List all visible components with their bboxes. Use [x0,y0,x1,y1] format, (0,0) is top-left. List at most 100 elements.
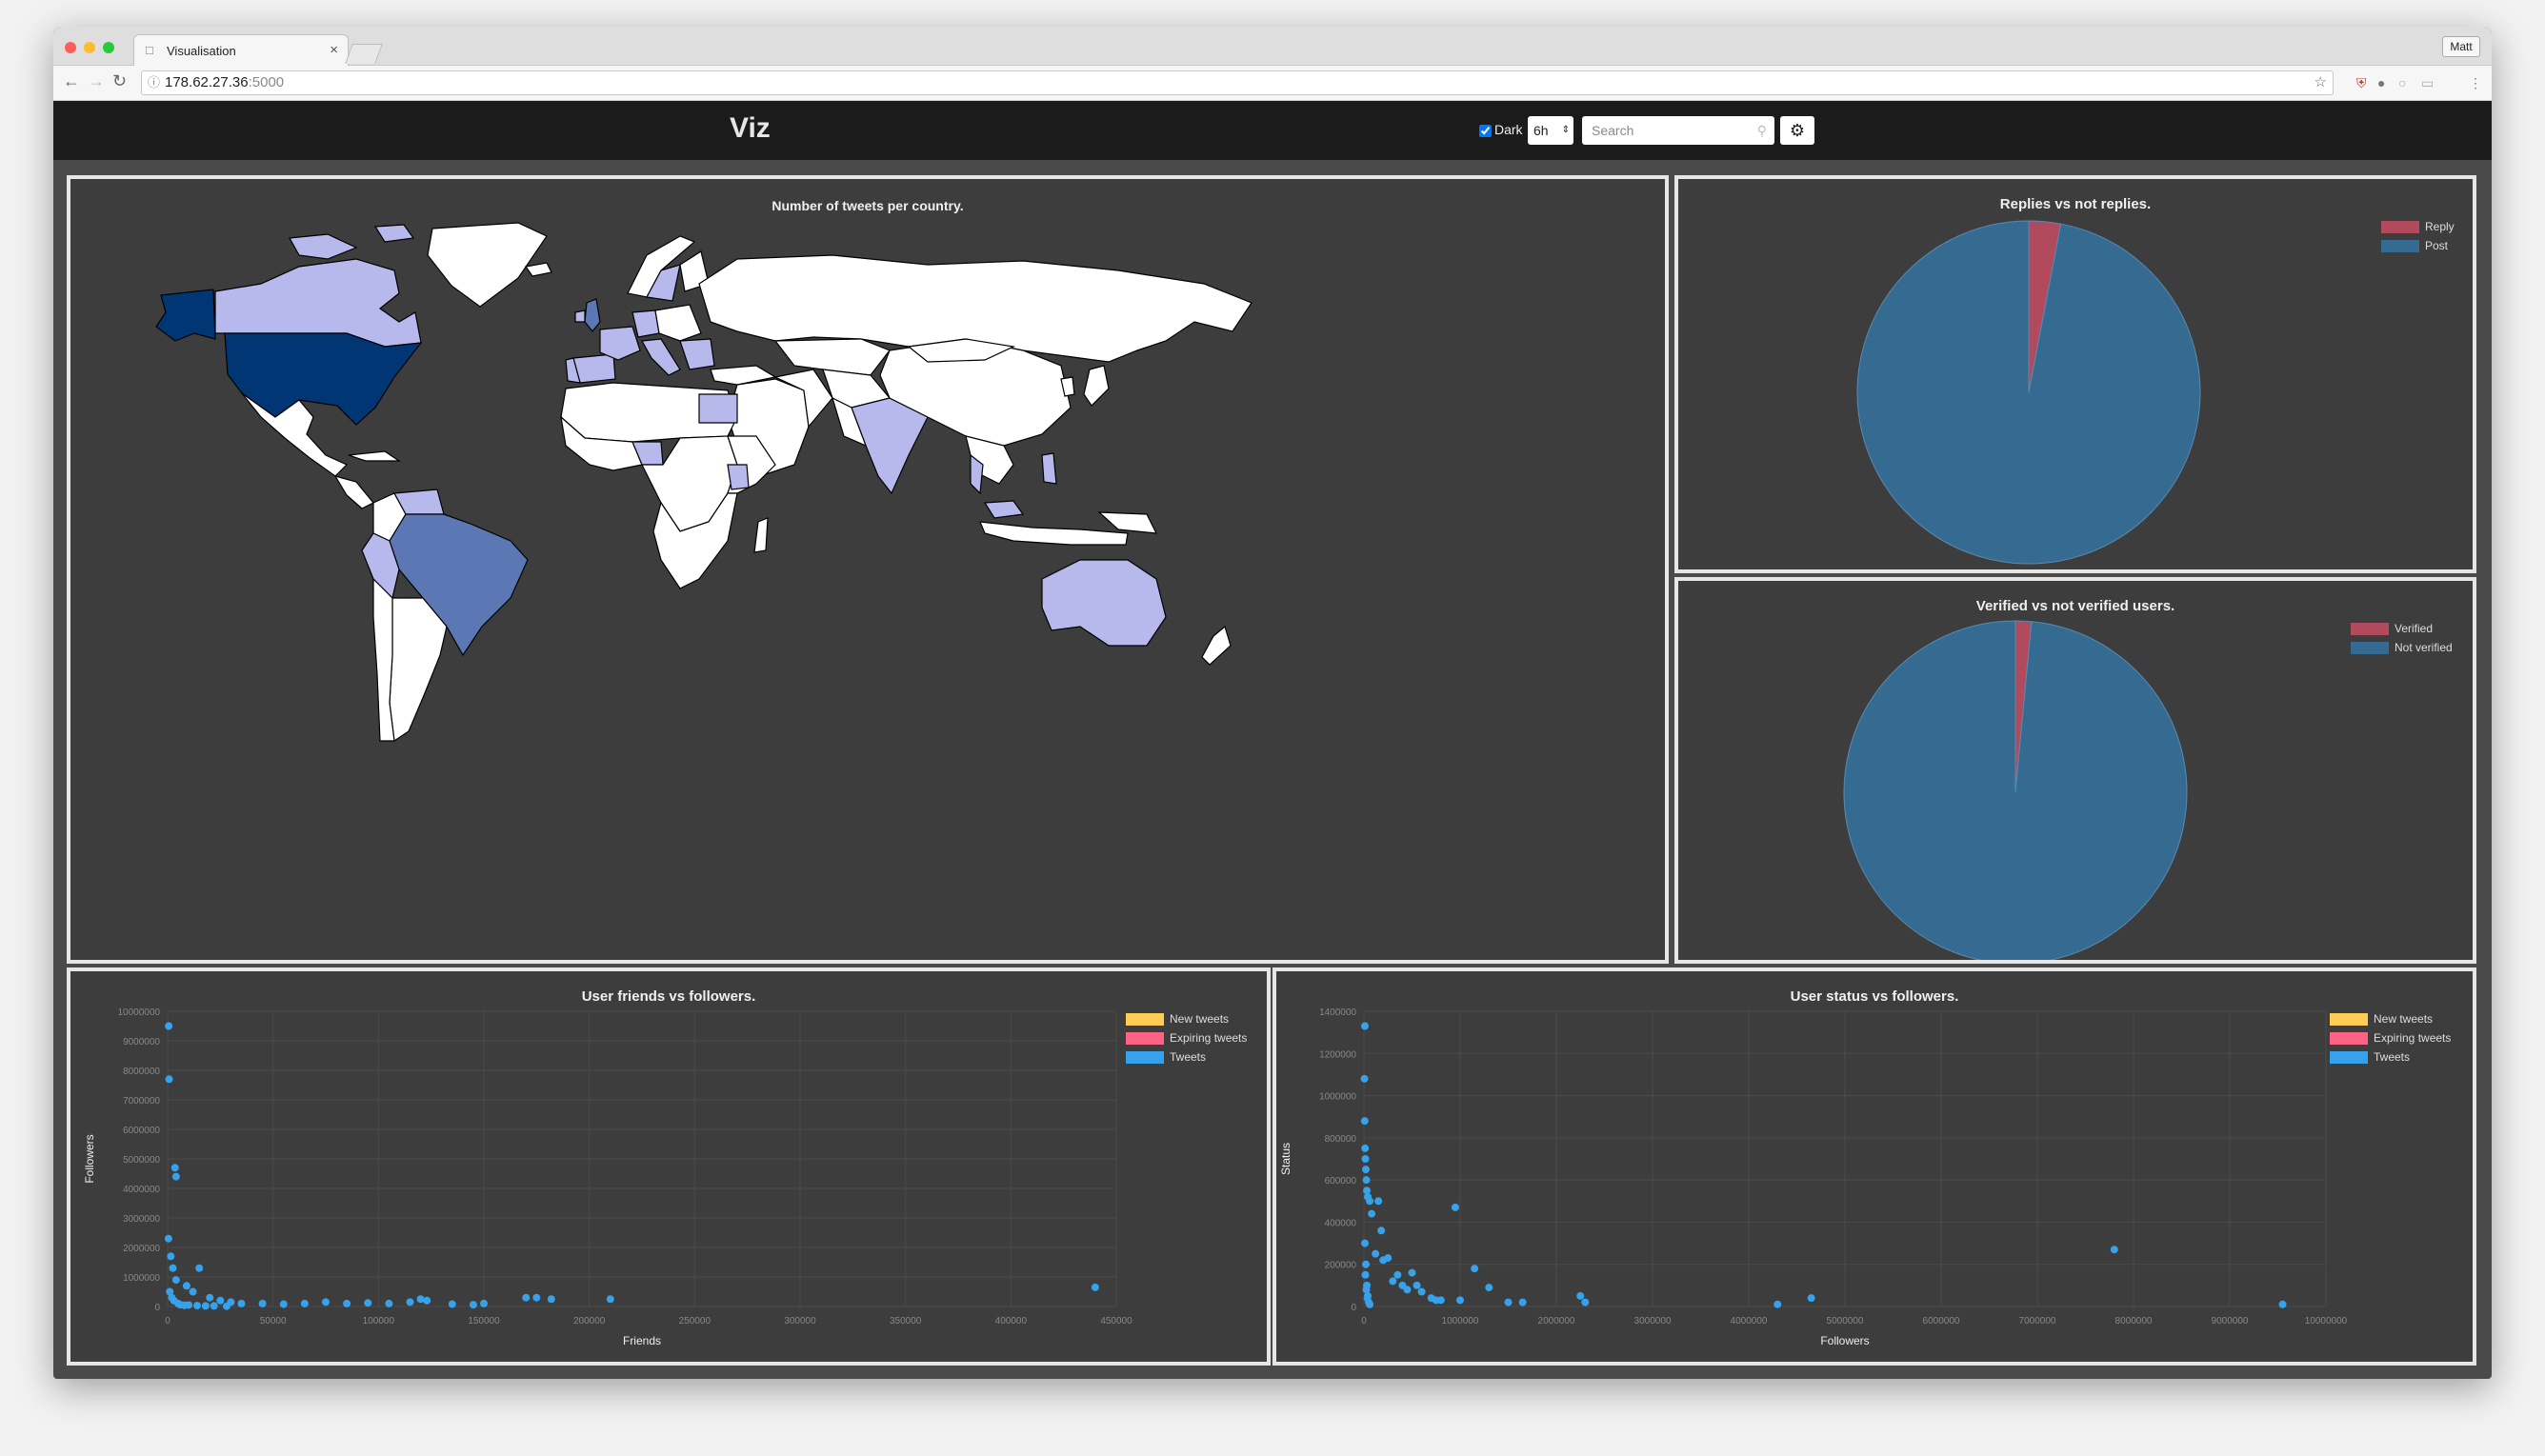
country-papua[interactable] [1097,511,1158,534]
legend-item-not-verified[interactable]: Not verified [2351,640,2453,659]
bookmark-star-icon[interactable]: ☆ [2315,71,2327,94]
legend-item-tweets[interactable]: Tweets [2330,1049,2451,1068]
data-point[interactable] [1377,1227,1386,1235]
data-point[interactable] [1393,1270,1402,1279]
data-point[interactable] [170,1164,179,1172]
dark-mode-toggle[interactable]: Dark [1479,122,1523,150]
extension-icon[interactable]: ● [2377,75,2385,90]
cast-icon[interactable]: ▭ [2421,75,2434,91]
data-point[interactable] [1456,1296,1464,1305]
browser-tab[interactable]: □ Visualisation × [133,34,349,67]
data-point[interactable] [1384,1254,1393,1263]
data-point[interactable] [1374,1197,1383,1206]
country-egypt[interactable] [698,393,738,424]
data-point[interactable] [300,1299,309,1307]
data-point[interactable] [1417,1287,1426,1296]
close-tab-icon[interactable]: × [330,42,338,58]
country-uk[interactable] [584,298,601,332]
data-point[interactable] [1363,1294,1372,1303]
data-point[interactable] [1436,1296,1445,1305]
country-philippines[interactable] [1041,452,1057,485]
data-point[interactable] [1389,1277,1397,1286]
country-kenya[interactable] [727,464,750,490]
data-point[interactable] [165,1022,173,1030]
data-point[interactable] [1403,1286,1412,1294]
legend-item-expiring-tweets[interactable]: Expiring tweets [2330,1030,2451,1049]
data-point[interactable] [1581,1298,1590,1306]
legend-item-expiring-tweets[interactable]: Expiring tweets [1126,1030,1247,1049]
data-point[interactable] [322,1298,330,1306]
data-point[interactable] [1362,1260,1371,1268]
data-point[interactable] [171,1172,180,1181]
country-balkans[interactable] [679,338,715,370]
legend-item-new-tweets[interactable]: New tweets [1126,1011,1247,1030]
country-new-zealand[interactable] [1201,625,1232,666]
reload-icon[interactable]: ↻ [112,71,127,91]
data-point[interactable] [169,1264,177,1272]
data-point[interactable] [279,1300,288,1308]
legend-item-post[interactable]: Post [2381,238,2455,257]
data-point[interactable] [258,1299,267,1307]
data-point[interactable] [1413,1281,1421,1289]
pie-slice-post[interactable] [1856,220,2201,565]
country-germany[interactable] [631,309,660,338]
back-icon[interactable]: ← [63,71,80,91]
dark-mode-checkbox[interactable] [1479,124,1492,137]
address-bar[interactable]: ⓘ 178.62.27.36:5000 ☆ [141,70,2334,95]
data-point[interactable] [1372,1249,1380,1258]
data-point[interactable] [1504,1298,1513,1306]
country-malaysia[interactable] [983,500,1025,519]
country-central-europe[interactable] [654,304,702,342]
country-australia[interactable] [1041,559,1167,647]
data-point[interactable] [189,1287,197,1296]
data-point[interactable] [406,1298,414,1306]
country-canada-islands[interactable] [289,224,415,260]
settings-button[interactable]: ⚙ [1780,116,1814,145]
data-point[interactable] [547,1295,555,1304]
data-point[interactable] [1485,1284,1493,1292]
data-point[interactable] [1576,1291,1585,1300]
country-ireland[interactable] [574,309,586,323]
country-kazakhstan[interactable] [773,338,891,376]
data-point[interactable] [1362,1176,1371,1185]
data-point[interactable] [164,1234,172,1243]
country-central-america[interactable] [333,475,374,509]
country-indonesia[interactable] [979,521,1129,546]
data-point[interactable] [182,1282,190,1290]
pie-slice-not-verified[interactable] [1843,620,2188,960]
data-point[interactable] [385,1299,393,1307]
profile-button[interactable]: Matt [2442,36,2480,57]
data-point[interactable] [171,1276,180,1285]
data-point[interactable] [222,1302,230,1310]
close-window-button[interactable] [65,42,76,53]
data-point[interactable] [522,1293,531,1302]
data-point[interactable] [1368,1209,1376,1218]
data-point[interactable] [1361,1239,1370,1247]
new-tab-button[interactable] [345,44,383,64]
world-map[interactable] [70,179,1665,960]
data-point[interactable] [1361,1144,1370,1152]
data-point[interactable] [606,1295,614,1304]
legend-item-verified[interactable]: Verified [2351,621,2453,640]
country-spain[interactable] [572,353,616,384]
data-point[interactable] [1361,1155,1370,1163]
data-point[interactable] [1518,1298,1527,1306]
data-point[interactable] [1807,1294,1815,1303]
country-cuba[interactable] [348,450,401,462]
country-greenland[interactable] [427,222,548,308]
data-point[interactable] [192,1302,201,1310]
country-usa-alaska[interactable] [155,289,216,342]
time-range-select[interactable]: 6h ⇕ [1528,116,1573,145]
replies-pie-chart[interactable] [1678,179,2473,569]
data-point[interactable] [1361,1022,1370,1030]
legend-item-reply[interactable]: Reply [2381,219,2455,238]
data-point[interactable] [237,1299,246,1307]
menu-icon[interactable]: ⋮ [2469,75,2482,91]
country-france[interactable] [599,326,641,361]
shield-extension-icon[interactable]: ⛨ [2356,75,2367,91]
country-india[interactable] [851,397,929,495]
extension-icon-2[interactable]: ○ [2398,75,2406,90]
data-point[interactable] [1360,1074,1369,1083]
minimize-window-button[interactable] [84,42,95,53]
data-point[interactable] [167,1252,175,1261]
